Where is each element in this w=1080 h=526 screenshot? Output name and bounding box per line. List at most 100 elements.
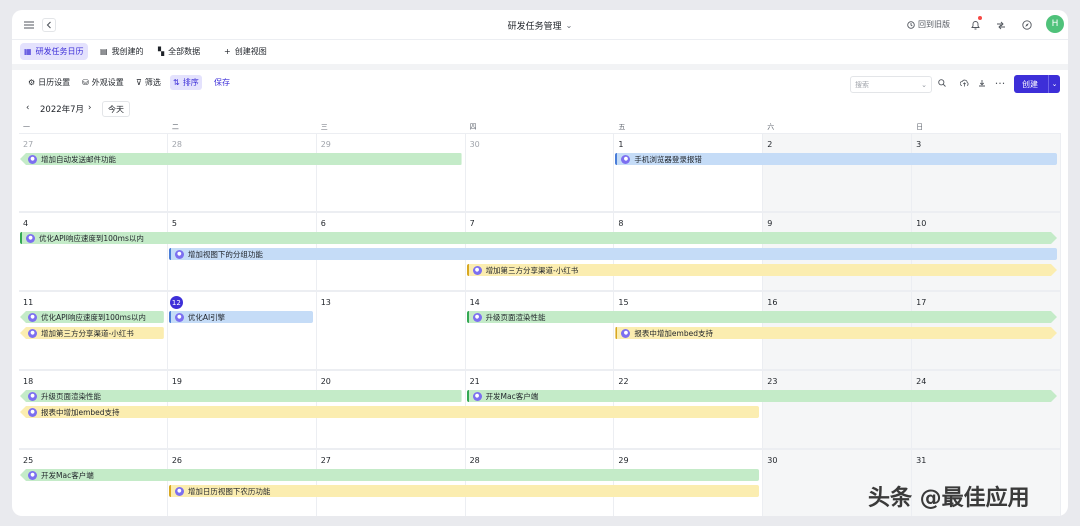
filter-label: 筛选 xyxy=(144,78,161,87)
day-number: 11 xyxy=(23,298,34,307)
day-cell[interactable]: 1 xyxy=(614,133,764,212)
save-button[interactable]: 保存 xyxy=(214,77,230,88)
calendar-event[interactable]: ● 升级页面渲染性能 xyxy=(467,311,1057,323)
today-date-badge: 12 xyxy=(169,296,183,309)
filter-icon: ⊽ xyxy=(136,78,142,87)
day-cell[interactable]: 27 xyxy=(316,449,466,516)
create-button[interactable]: 创建 ⌄ xyxy=(1014,75,1060,93)
top-bar: 研发任务管理 ⌄ 回到旧版 H xyxy=(12,10,1068,40)
calendar-event[interactable]: ● 开发Mac客户端 xyxy=(20,469,760,481)
upload-icon[interactable] xyxy=(958,77,970,89)
calendar-settings-button[interactable]: ⚙ 日历设置 xyxy=(28,77,70,88)
search-input[interactable]: 搜索 ⌄ xyxy=(850,76,932,93)
day-number: 22 xyxy=(618,377,629,386)
calendar-event[interactable]: ● 增加第三方分享渠道-小红书 xyxy=(20,327,164,339)
weekday-header: 六 xyxy=(767,123,775,131)
calendar-event[interactable]: ● 增加日历视图下农历功能 xyxy=(168,485,760,497)
day-number: 5 xyxy=(171,219,177,228)
user-avatar[interactable]: H xyxy=(1046,15,1064,33)
day-cell[interactable]: 13 xyxy=(316,291,466,370)
calendar-event[interactable]: ● 优化API响应速度到100ms以内 xyxy=(20,232,1057,244)
day-cell[interactable]: 27 xyxy=(19,133,168,212)
day-cell[interactable]: 12 xyxy=(167,291,317,370)
clock-icon xyxy=(907,20,915,29)
weekday-header: 四 xyxy=(469,123,477,131)
day-number: 15 xyxy=(618,298,629,307)
calendar-icon: ▦ xyxy=(24,47,32,56)
assignee-avatar-icon: ● xyxy=(28,391,37,401)
tab-research-calendar[interactable]: ▦ 研发任务日历 xyxy=(20,43,88,60)
day-number: 27 xyxy=(23,140,34,149)
day-cell[interactable]: 28 xyxy=(167,133,317,212)
search-placeholder: 搜索 xyxy=(855,80,869,89)
back-to-old-button[interactable]: 回到旧版 xyxy=(907,19,950,30)
assignee-avatar-icon: ● xyxy=(28,470,37,480)
calendar-event[interactable]: ● 优化AI引擎 xyxy=(168,311,313,323)
share-icon[interactable] xyxy=(994,18,1008,32)
calendar-event[interactable]: ● 优化API响应速度到100ms以内 xyxy=(20,311,164,323)
day-number: 21 xyxy=(469,377,480,386)
day-cell[interactable]: 30 xyxy=(465,133,615,212)
tab-all-data[interactable]: ▚ 全部数据 xyxy=(154,43,204,60)
palette-icon: ⛁ xyxy=(82,78,89,87)
calendar-event[interactable]: ● 开发Mac客户端 xyxy=(467,390,1057,402)
day-cell[interactable]: 14 xyxy=(465,291,615,370)
month-navigation: ‹ 2022年7月 › 今天 xyxy=(12,98,1068,120)
calendar-event[interactable]: ● 报表中增加embed支持 xyxy=(20,406,760,418)
filter-button[interactable]: ⊽ 筛选 xyxy=(136,77,161,88)
calendar-event[interactable]: ● 增加第三方分享渠道-小红书 xyxy=(467,264,1057,276)
sort-button[interactable]: ⇅ 排序 xyxy=(170,75,202,90)
tab-created-by-me[interactable]: ▤ 我创建的 xyxy=(96,43,148,60)
today-button[interactable]: 今天 xyxy=(102,101,130,117)
day-cell[interactable]: 26 xyxy=(167,449,317,516)
month-label: 2022年7月 xyxy=(40,105,85,115)
calendar-event[interactable]: ● 报表中增加embed支持 xyxy=(615,327,1057,339)
day-number: 28 xyxy=(469,456,480,465)
day-cell[interactable]: 29 xyxy=(316,133,466,212)
tab-create-view[interactable]: + 创建视图 xyxy=(220,43,271,60)
day-cell[interactable]: 29 xyxy=(614,449,764,516)
download-icon[interactable] xyxy=(976,77,988,89)
assignee-avatar-icon: ● xyxy=(28,407,37,417)
bell-icon[interactable] xyxy=(968,18,982,32)
calendar-event[interactable]: ● 增加视图下的分组功能 xyxy=(168,248,1057,260)
gear-icon: ⚙ xyxy=(28,78,36,87)
day-cell[interactable]: 24 xyxy=(912,370,1061,449)
day-number: 10 xyxy=(916,219,927,228)
sort-label: 排序 xyxy=(182,78,199,87)
tab-label: 研发任务日历 xyxy=(35,47,84,56)
search-icon[interactable] xyxy=(936,77,948,89)
chevron-down-icon[interactable]: ⌄ xyxy=(1048,75,1060,93)
day-number: 1 xyxy=(618,140,624,149)
assignee-avatar-icon: ● xyxy=(28,328,37,338)
calendar-event[interactable]: ● 手机浏览器登录报错 xyxy=(615,153,1057,165)
weekday-header: 三 xyxy=(320,123,328,131)
day-number: 23 xyxy=(767,377,778,386)
event-title: 报表中增加embed支持 xyxy=(41,407,120,417)
day-cell[interactable]: 25 xyxy=(19,449,168,516)
day-number: 3 xyxy=(916,140,922,149)
prev-month-icon[interactable]: ‹ xyxy=(26,103,29,113)
day-cell[interactable]: 2 xyxy=(763,133,913,212)
calendar-event[interactable]: ● 升级页面渲染性能 xyxy=(20,390,462,402)
appearance-settings-button[interactable]: ⛁ 外观设置 xyxy=(82,77,124,88)
next-month-icon[interactable]: › xyxy=(88,103,91,113)
day-number: 20 xyxy=(320,377,331,386)
more-icon[interactable]: ··· xyxy=(994,77,1006,90)
assignee-avatar-icon: ● xyxy=(174,312,184,322)
assignee-avatar-icon: ● xyxy=(473,313,482,322)
day-cell[interactable]: 28 xyxy=(465,449,615,516)
back-to-old-label: 回到旧版 xyxy=(918,20,950,29)
assignee-avatar-icon: ● xyxy=(28,312,37,322)
day-cell[interactable]: 23 xyxy=(763,370,913,449)
day-cell[interactable]: 4 xyxy=(19,212,168,291)
sort-icon: ⇅ xyxy=(173,78,180,87)
tab-label: 我创建的 xyxy=(111,47,144,56)
assignee-avatar-icon: ● xyxy=(174,249,184,259)
calendar-event[interactable]: ● 增加自动发送邮件功能 xyxy=(20,153,462,165)
compass-icon[interactable] xyxy=(1020,18,1034,32)
table-icon: ▤ xyxy=(100,47,108,56)
page-title: 研发任务管理 xyxy=(507,21,562,32)
assignee-avatar-icon: ● xyxy=(473,392,482,401)
day-cell[interactable]: 3 xyxy=(912,133,1061,212)
